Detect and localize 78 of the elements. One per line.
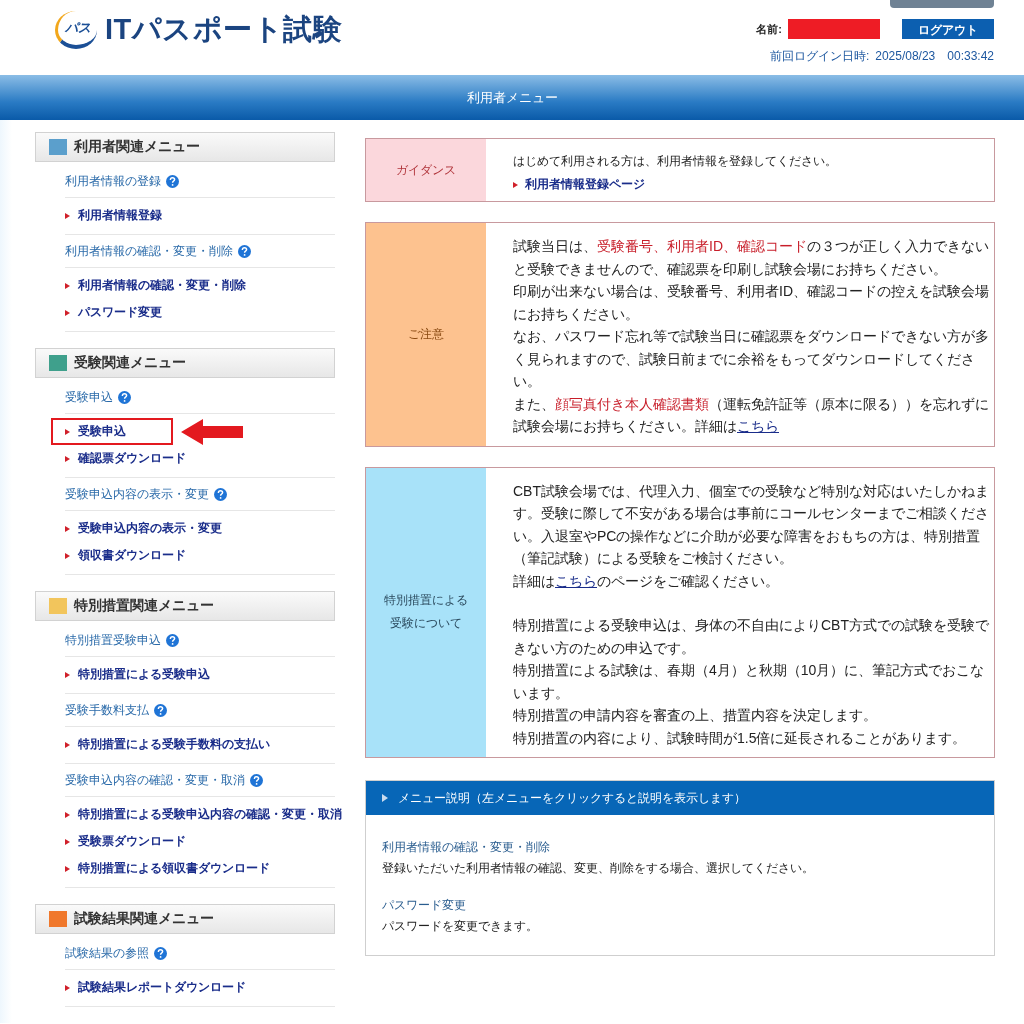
description-text: パスワードを変更できます。 (382, 918, 539, 935)
details-link[interactable]: こちら (555, 572, 597, 589)
help-icon[interactable] (238, 244, 251, 258)
notice-paragraph: また、顔写真付き本人確認書類（運転免許証等（原本に限る））を忘れずに試験会場にお持ちください。詳細は こちら (513, 394, 990, 436)
section-title: 特別措置関連メニュー (74, 597, 214, 615)
details-link[interactable]: こちら (737, 418, 779, 434)
sidebar-link[interactable]: 受験票ダウンロード (51, 828, 192, 855)
bullet-icon (65, 865, 70, 872)
description-title: パスワード変更 (382, 897, 467, 914)
bullet-icon (65, 525, 70, 532)
bullet-icon (65, 428, 70, 435)
notice-paragraph: 特別措置の申請内容を審査の上、措置内容を決定します。 (513, 706, 878, 725)
sidebar-link[interactable]: パスワード変更 (51, 299, 168, 326)
sidebar-link[interactable]: 受験申込 (51, 418, 173, 445)
name-label: 名前: (756, 21, 782, 37)
notice-paragraph: CBT試験会場では、代理入力、個室での受験など特別な対応はいたしかねます。受験に際して不安がある場合は事前にコールセンターまでご相談ください。入退室やPCの操作などに介助が必要な障害をおもちの方は、特別措置（筆記試験）による受験をご検討ください。 (513, 481, 990, 568)
banner-title: 利用者メニュー (466, 88, 558, 107)
panel-label: ご注意 (408, 325, 444, 343)
last-login-time: 2025/08/23 00:33:42 (875, 48, 994, 65)
guidance-link[interactable]: 利用者情報登録ページ (513, 176, 994, 193)
bullet-icon (65, 552, 70, 559)
menu-description-title: メニュー説明（左メニューをクリックすると説明を表示します） (398, 789, 746, 807)
help-icon[interactable] (166, 633, 179, 647)
help-icon[interactable] (214, 487, 227, 501)
notice-paragraph: 試験当日は、受験番号、利用者ID、確認コードの３つが正しく入力できないと受験できませんので、確認票を印刷し試験会場にお持ちください。 (513, 237, 990, 279)
group-heading: 受験申込 (65, 388, 113, 406)
sidebar-link[interactable]: 試験結果レポートダウンロード (51, 974, 252, 1001)
help-icon[interactable] (154, 946, 167, 960)
notice-paragraph: 特別措置の内容により、試験時間が1.5倍に延長されることがあります。 (513, 728, 968, 748)
bullet-icon (65, 741, 70, 748)
sidebar-link[interactable]: 領収書ダウンロード (51, 542, 192, 569)
bullet-icon (65, 811, 70, 818)
help-icon[interactable] (154, 703, 167, 717)
group-heading: 利用者情報の確認・変更・削除 (65, 242, 233, 260)
panel-label: ガイダンス (396, 161, 456, 179)
description-text: 登録いただいた利用者情報の確認、変更、削除をする場合、選択してください。 (382, 860, 815, 877)
description-title: 利用者情報の確認・変更・削除 (382, 839, 551, 856)
sidebar-link[interactable]: 特別措置による領収書ダウンロード (51, 855, 276, 882)
group-heading: 特別措置受験申込 (65, 631, 161, 649)
guidance-text: はじめて利用される方は、利用者情報を登録してください。 (513, 153, 838, 170)
notice-paragraph: 詳細は こちらのページをご確認ください。 (513, 571, 780, 591)
section-title: 試験結果関連メニュー (74, 910, 214, 928)
notice-paragraph: 特別措置による受験申込は、身体の不自由によりCBT方式での試験を受験できない方のための申込です。 (513, 616, 990, 658)
help-icon[interactable] (166, 174, 179, 188)
sidebar-link[interactable]: 確認票ダウンロード (51, 445, 192, 472)
group-heading: 受験申込内容の確認・変更・取消 (65, 771, 245, 789)
bullet-icon (65, 455, 70, 462)
last-login-label: 前回ログイン日時: (769, 48, 870, 65)
pointer-arrow (181, 418, 243, 445)
sidebar-link[interactable]: 特別措置による受験手数料の支払い (51, 731, 276, 758)
notice-paragraph: 特別措置による試験は、春期（4月）と秋期（10月）に、筆記方式でおこないます。 (513, 661, 986, 703)
group-heading: 受験手数料支払 (65, 701, 149, 719)
group-heading: 受験申込内容の表示・変更 (65, 485, 209, 503)
logo-badge: パス (55, 11, 97, 49)
bullet-icon (65, 309, 70, 316)
sidebar-link[interactable]: 特別措置による受験申込 (51, 661, 216, 688)
group-heading: 利用者情報の登録 (65, 172, 161, 190)
bullet-icon (65, 212, 70, 219)
section-title: 利用者関連メニュー (74, 138, 200, 156)
sidebar-link[interactable]: 特別措置による受験申込内容の確認・変更・取消 (51, 801, 348, 828)
bullet-icon (513, 181, 518, 188)
notice-paragraph: なお、パスワード忘れ等で試験当日に確認票をダウンロードできない方が多く見られますので、試験日前までに余裕をもってダウンロードしてください。 (513, 327, 990, 391)
bullet-icon (65, 282, 70, 289)
bullet-icon (65, 984, 70, 991)
help-icon[interactable] (118, 390, 131, 404)
sidebar-link[interactable]: 受験申込内容の表示・変更 (51, 515, 228, 542)
sidebar-link[interactable]: 利用者情報の確認・変更・削除 (51, 272, 252, 299)
section-title: 受験関連メニュー (74, 354, 186, 372)
logout-button[interactable]: ログアウト (902, 19, 994, 39)
site-title: ITパスポート試験 (105, 12, 343, 47)
panel-label: 特別措置による受験について (383, 592, 469, 633)
triangle-icon (382, 794, 388, 802)
sidebar-link[interactable]: 利用者情報登録 (51, 202, 168, 229)
bullet-icon (65, 838, 70, 845)
group-heading: 試験結果の参照 (65, 944, 149, 962)
bullet-icon (65, 671, 70, 678)
help-icon[interactable] (250, 773, 263, 787)
notice-paragraph: 印刷が出来ない場合は、受験番号、利用者ID、確認コードの控えを試験会場にお持ちください。 (513, 282, 990, 324)
